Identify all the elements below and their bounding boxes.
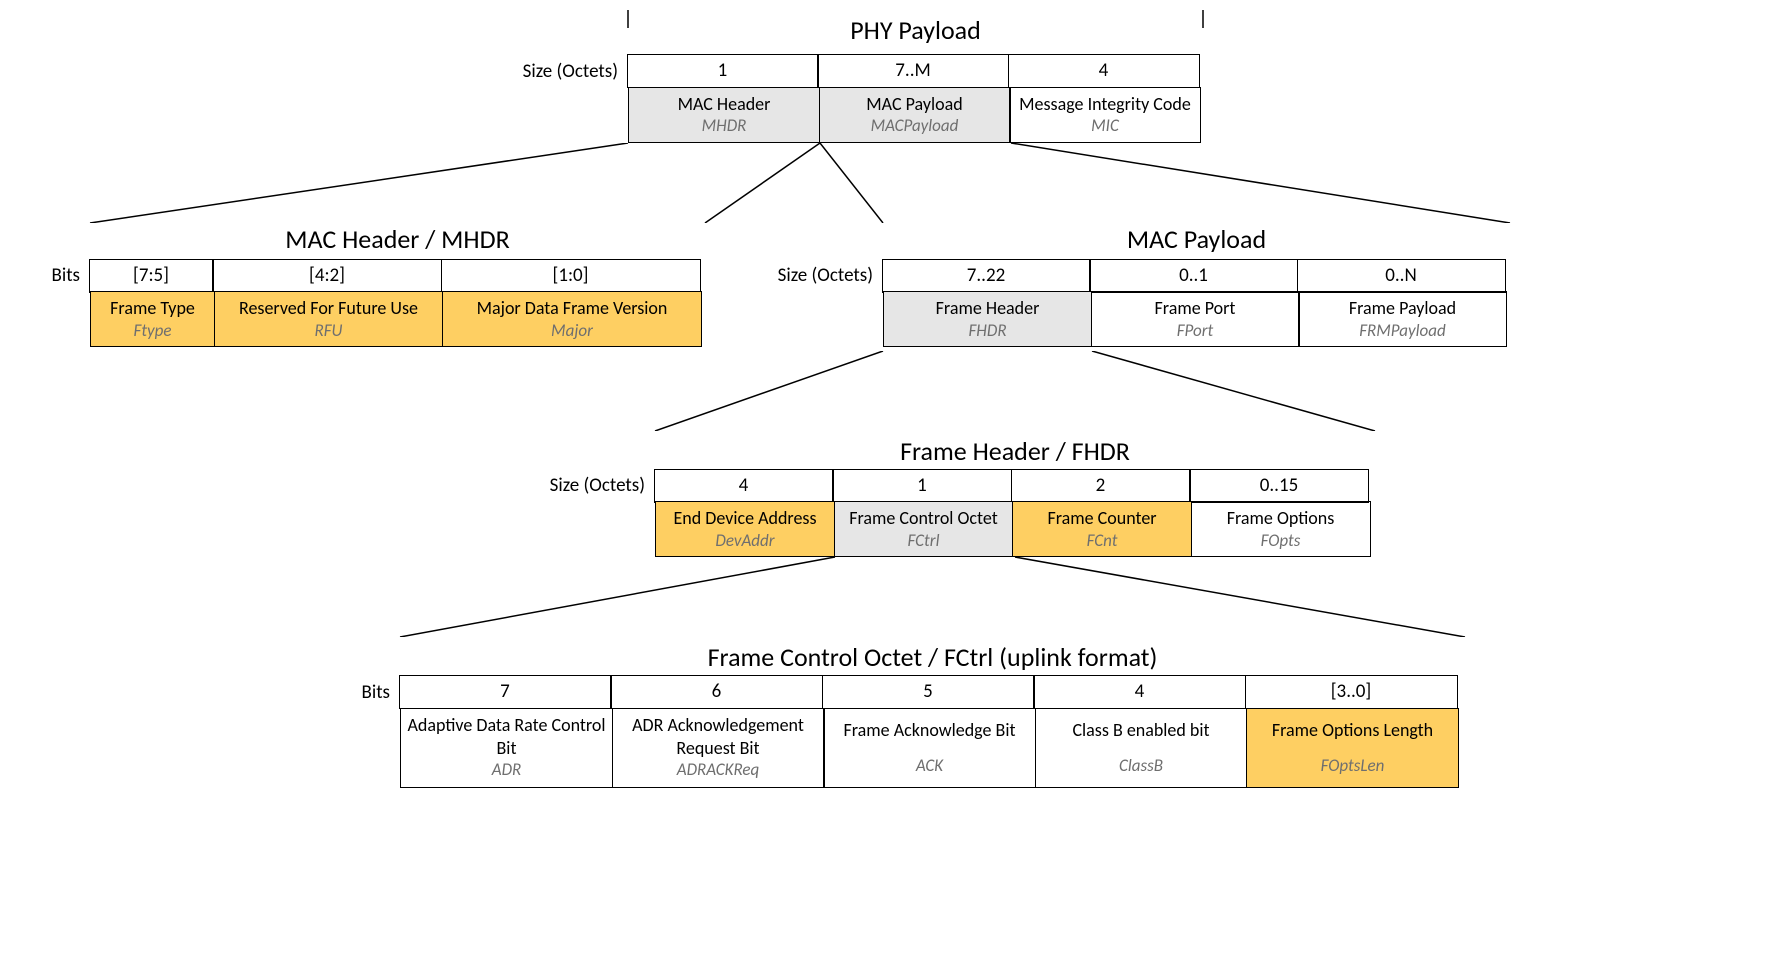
- field-name: MAC Payload: [866, 93, 962, 116]
- fhdr-field-1: Frame Control Octet FCtrl: [834, 501, 1014, 557]
- field-name: Frame Counter: [1047, 507, 1156, 530]
- field-sub: RFU: [315, 320, 343, 341]
- connector-phy-down: [20, 143, 1767, 223]
- fhdr-size-0: 4: [654, 469, 834, 503]
- fhdr-field-2: Frame Counter FCnt: [1012, 501, 1192, 557]
- field-name: Adaptive Data Rate Control Bit: [407, 714, 606, 759]
- field-sub: ACK: [916, 755, 943, 776]
- fctrl-size-2: 5: [822, 675, 1035, 709]
- macpayload-size-2: 0..N: [1297, 259, 1506, 293]
- fctrl-field-1: ADR Acknowledgement Request Bit ADRACKRe…: [612, 708, 825, 788]
- mhdr-size-row: Bits [7:5] [4:2] [1:0]: [20, 259, 702, 293]
- macpayload-field-0: Frame Header FHDR: [883, 291, 1092, 347]
- field-sub: Major: [551, 320, 593, 341]
- field-name: Message Integrity Code: [1019, 93, 1191, 116]
- fctrl-title: Frame Control Octet / FCtrl (uplink form…: [400, 641, 1465, 673]
- phy-field-row: MAC Header MHDR MAC Payload MACPayload M…: [628, 88, 1767, 143]
- macpayload-title: MAC Payload: [883, 223, 1510, 255]
- field-sub: Ftype: [134, 320, 172, 341]
- field-name: MAC Header: [678, 93, 771, 116]
- phy-field-0: MAC Header MHDR: [628, 87, 820, 143]
- fctrl-field-3: Class B enabled bit ClassB: [1035, 708, 1248, 788]
- fctrl-size-1: 6: [610, 675, 823, 709]
- field-sub: FCnt: [1087, 530, 1118, 551]
- field-name: End Device Address: [673, 507, 816, 530]
- field-sub: ADRACKReq: [677, 759, 759, 780]
- fhdr-field-3: Frame Options FOpts: [1191, 501, 1371, 557]
- bits-label: Bits: [330, 675, 400, 709]
- phy-size-0: 1: [627, 54, 819, 88]
- field-sub: MHDR: [702, 115, 747, 136]
- fhdr-field-0: End Device Address DevAddr: [655, 501, 835, 557]
- fhdr-title: Frame Header / FHDR: [655, 435, 1375, 467]
- mhdr-field-row: Frame Type Ftype Reserved For Future Use…: [90, 293, 702, 348]
- size-label: Size (Octets): [508, 54, 628, 88]
- mhdr-size-2: [1:0]: [441, 259, 701, 293]
- field-name: Frame Options: [1227, 507, 1335, 530]
- mhdr-field-2: Major Data Frame Version Major: [442, 291, 702, 347]
- phy-size-2: 4: [1008, 54, 1200, 88]
- fctrl-size-0: 7: [399, 675, 612, 709]
- field-name: Frame Options Length: [1272, 719, 1433, 742]
- macpayload-field-2: Frame Payload FRMPayload: [1298, 291, 1507, 347]
- fhdr-size-2: 2: [1011, 469, 1191, 503]
- field-sub: FRMPayload: [1359, 320, 1446, 341]
- fctrl-field-0: Adaptive Data Rate Control Bit ADR: [400, 708, 613, 788]
- field-name: Frame Control Octet: [849, 507, 998, 530]
- mhdr-size-0: [7:5]: [89, 259, 214, 293]
- field-sub: FOpts: [1261, 530, 1301, 551]
- connector-fhdr-down: [20, 557, 1767, 637]
- macpayload-size-row: Size (Octets) 7..22 0..1 0..N: [763, 259, 1507, 293]
- field-name: Frame Port: [1155, 297, 1236, 320]
- size-label: Size (Octets): [763, 259, 883, 293]
- fctrl-size-3: 4: [1033, 675, 1246, 709]
- mhdr-field-0: Frame Type Ftype: [90, 291, 215, 347]
- macpayload-size-1: 0..1: [1089, 259, 1298, 293]
- fhdr-size-3: 0..15: [1189, 469, 1369, 503]
- fctrl-size-row: Bits 7 6 5 4 [3..0]: [330, 675, 1767, 709]
- mhdr-title: MAC Header / MHDR: [90, 223, 705, 255]
- field-sub: DevAddr: [715, 530, 774, 551]
- macpayload-size-0: 7..22: [882, 259, 1091, 293]
- field-name: ADR Acknowledgement Request Bit: [619, 714, 818, 759]
- field-name: Frame Header: [936, 297, 1040, 320]
- fctrl-field-row: Adaptive Data Rate Control Bit ADR ADR A…: [400, 709, 1767, 788]
- fhdr-field-row: End Device Address DevAddr Frame Control…: [655, 503, 1767, 558]
- mhdr-size-1: [4:2]: [212, 259, 442, 293]
- mhdr-field-1: Reserved For Future Use RFU: [214, 291, 444, 347]
- field-sub: FCtrl: [908, 530, 940, 551]
- field-sub: ADR: [492, 759, 522, 780]
- connector-macpayload-down: [20, 351, 1767, 431]
- field-name: Major Data Frame Version: [477, 297, 668, 320]
- field-sub: FOptsLen: [1321, 755, 1385, 776]
- bits-label: Bits: [20, 259, 90, 293]
- connector-top: [20, 10, 1767, 28]
- fhdr-size-1: 1: [832, 469, 1012, 503]
- field-sub: MIC: [1091, 115, 1119, 136]
- field-sub: FHDR: [968, 320, 1006, 341]
- phy-size-row: Size (Octets) 1 7..M 4: [508, 54, 1767, 88]
- field-name: Reserved For Future Use: [239, 297, 418, 320]
- field-sub: ClassB: [1119, 755, 1163, 776]
- field-name: Frame Acknowledge Bit: [843, 719, 1015, 742]
- field-name: Frame Payload: [1349, 297, 1456, 320]
- fhdr-size-row: Size (Octets) 4 1 2 0..15: [535, 469, 1767, 503]
- phy-size-1: 7..M: [817, 54, 1009, 88]
- field-name: Frame Type: [110, 297, 195, 320]
- field-sub: FPort: [1177, 320, 1214, 341]
- field-name: Class B enabled bit: [1072, 719, 1209, 742]
- fctrl-field-4: Frame Options Length FOptsLen: [1246, 708, 1459, 788]
- fctrl-field-2: Frame Acknowledge Bit ACK: [823, 708, 1036, 788]
- phy-field-2: Message Integrity Code MIC: [1009, 87, 1201, 143]
- phy-field-1: MAC Payload MACPayload: [819, 87, 1011, 143]
- macpayload-field-1: Frame Port FPort: [1091, 291, 1300, 347]
- fctrl-size-4: [3..0]: [1245, 675, 1458, 709]
- field-sub: MACPayload: [871, 115, 959, 136]
- size-label: Size (Octets): [535, 469, 655, 503]
- macpayload-field-row: Frame Header FHDR Frame Port FPort Frame…: [883, 293, 1507, 348]
